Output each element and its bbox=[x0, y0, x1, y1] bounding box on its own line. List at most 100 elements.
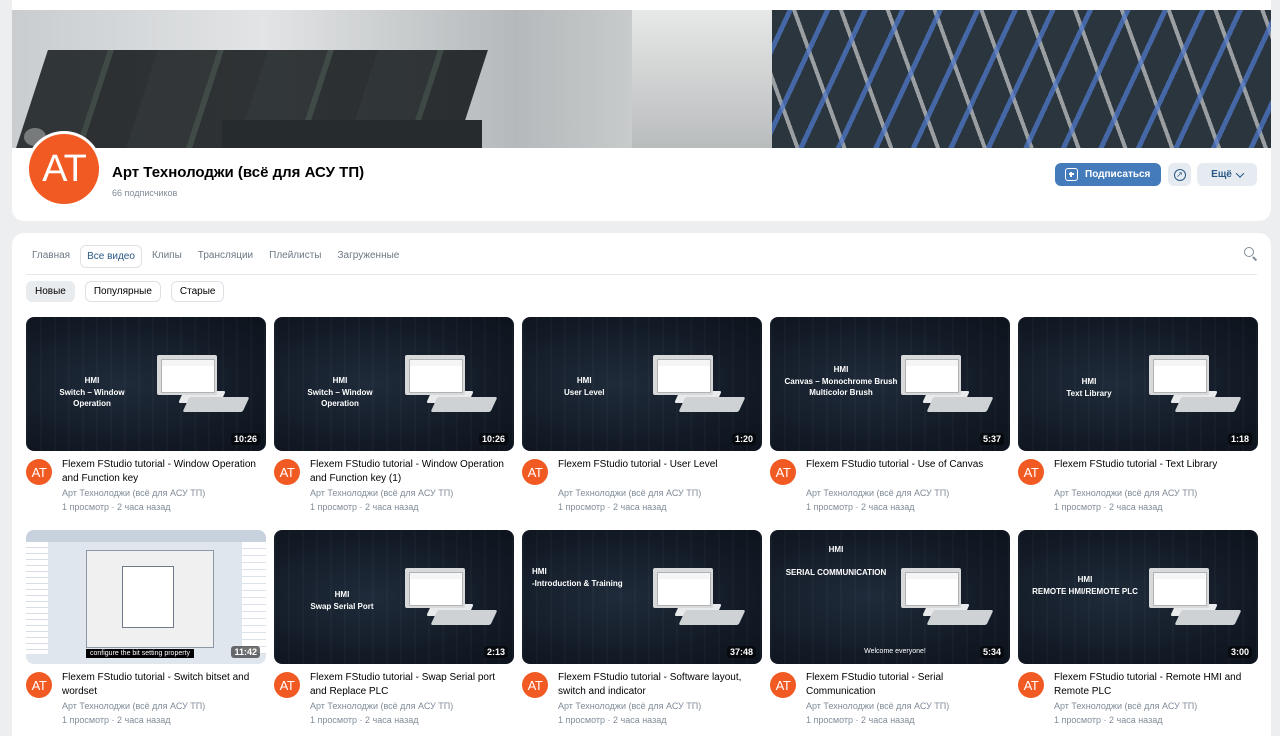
video-channel[interactable]: Арт Технолоджи (всё для АСУ ТП) bbox=[62, 701, 205, 711]
tab-streams[interactable]: Трансляции bbox=[192, 245, 259, 268]
tab-uploaded[interactable]: Загруженные bbox=[332, 245, 406, 268]
video-thumbnail[interactable]: HMI REMOTE HMI/REMOTE PLC 3:00 bbox=[1018, 530, 1258, 664]
thumbnail-title: HMI Text Library bbox=[1066, 377, 1112, 398]
video-thumbnail[interactable]: HMI Switch – Window Operation 10:26 bbox=[274, 317, 514, 451]
video-title[interactable]: Flexem FStudio tutorial - Swap Serial po… bbox=[310, 671, 510, 699]
hmi-device-image bbox=[1174, 397, 1242, 412]
tab-playlists[interactable]: Плейлисты bbox=[263, 245, 327, 268]
channel-avatar-small[interactable]: AT bbox=[1018, 459, 1044, 485]
channel-avatar-small[interactable]: AT bbox=[770, 459, 796, 485]
channel-avatar-small[interactable]: AT bbox=[1018, 672, 1044, 698]
channel-avatar-small[interactable]: AT bbox=[26, 459, 52, 485]
video-card[interactable]: HMI Switch – Window Operation 10:26 AT F… bbox=[274, 317, 514, 518]
more-button[interactable]: Ещё bbox=[1197, 163, 1257, 186]
screenshot-toolbar bbox=[26, 530, 266, 542]
video-title[interactable]: Flexem FStudio tutorial - Remote HMI and… bbox=[1054, 671, 1254, 699]
tabs-divider bbox=[26, 274, 1257, 275]
video-channel[interactable]: Арт Технолоджи (всё для АСУ ТП) bbox=[310, 701, 453, 711]
screenshot-tree bbox=[26, 542, 48, 654]
video-title[interactable]: Flexem FStudio tutorial - Window Operati… bbox=[310, 458, 510, 486]
video-thumbnail[interactable]: HMI Switch – Window Operation 10:26 bbox=[26, 317, 266, 451]
video-meta: AT Flexem FStudio tutorial - Software la… bbox=[522, 671, 762, 731]
video-card[interactable]: HMI REMOTE HMI/REMOTE PLC 3:00 AT Flexem… bbox=[1018, 530, 1258, 731]
video-title[interactable]: Flexem FStudio tutorial - Text Library bbox=[1054, 458, 1254, 472]
video-thumbnail[interactable]: HMI User Level 1:20 bbox=[522, 317, 762, 451]
subscribe-button[interactable]: Подписаться bbox=[1055, 163, 1161, 186]
video-stats: 1 просмотр · 2 часа назад bbox=[310, 502, 419, 512]
video-channel[interactable]: Арт Технолоджи (всё для АСУ ТП) bbox=[558, 701, 701, 711]
video-meta: AT Flexem FStudio tutorial - Switch bits… bbox=[26, 671, 266, 731]
thumbnail-title: HMI -Introduction & Training bbox=[532, 567, 623, 588]
video-card[interactable]: HMI Canvas – Monochrome Brush Multicolor… bbox=[770, 317, 1010, 518]
video-card[interactable]: HMI User Level 1:20 AT Flexem FStudio tu… bbox=[522, 317, 762, 518]
video-card[interactable]: HMI SERIAL COMMUNICATION Welcome everyon… bbox=[770, 530, 1010, 731]
channel-avatar-small[interactable]: AT bbox=[274, 459, 300, 485]
video-duration: 5:37 bbox=[979, 433, 1004, 445]
cover-wires bbox=[772, 10, 1271, 148]
video-stats: 1 просмотр · 2 часа назад bbox=[310, 715, 419, 725]
video-duration: 10:26 bbox=[478, 433, 508, 445]
hmi-device-image bbox=[926, 397, 994, 412]
channel-avatar-small[interactable]: AT bbox=[522, 672, 548, 698]
hmi-device-image bbox=[430, 397, 498, 412]
video-card[interactable]: HMI Text Library 1:18 AT Flexem FStudio … bbox=[1018, 317, 1258, 518]
video-meta: AT Flexem FStudio tutorial - Remote HMI … bbox=[1018, 671, 1258, 731]
video-channel[interactable]: Арт Технолоджи (всё для АСУ ТП) bbox=[806, 701, 949, 711]
search-icon[interactable] bbox=[1244, 247, 1257, 261]
video-stats: 1 просмотр · 2 часа назад bbox=[558, 502, 667, 512]
video-meta: AT Flexem FStudio tutorial - Serial Comm… bbox=[770, 671, 1010, 731]
video-duration: 1:20 bbox=[731, 433, 756, 445]
video-card[interactable]: HMI Swap Serial Port 2:13 AT Flexem FStu… bbox=[274, 530, 514, 731]
video-duration: 10:26 bbox=[230, 433, 260, 445]
hmi-device-image bbox=[678, 397, 746, 412]
video-channel[interactable]: Арт Технолоджи (всё для АСУ ТП) bbox=[310, 488, 453, 498]
subscriber-count[interactable]: 66 подписчиков bbox=[112, 188, 177, 198]
filter-old[interactable]: Старые bbox=[170, 281, 225, 302]
filter-new[interactable]: Новые bbox=[26, 281, 75, 302]
share-icon: ↗ bbox=[1173, 168, 1186, 181]
video-thumbnail[interactable]: HMI Text Library 1:18 bbox=[1018, 317, 1258, 451]
video-channel[interactable]: Арт Технолоджи (всё для АСУ ТП) bbox=[62, 488, 205, 498]
video-channel[interactable]: Арт Технолоджи (всё для АСУ ТП) bbox=[558, 488, 701, 498]
screenshot-panel bbox=[242, 542, 266, 654]
video-meta: AT Flexem FStudio tutorial - Swap Serial… bbox=[274, 671, 514, 731]
tab-clips[interactable]: Клипы bbox=[146, 245, 188, 268]
video-stats: 1 просмотр · 2 часа назад bbox=[62, 502, 171, 512]
channel-avatar-small[interactable]: AT bbox=[26, 672, 52, 698]
video-duration: 3:00 bbox=[1227, 646, 1252, 658]
video-thumbnail[interactable]: HMI -Introduction & Training 37:48 bbox=[522, 530, 762, 664]
video-card[interactable]: HMI Switch – Window Operation 10:26 AT F… bbox=[26, 317, 266, 518]
video-channel[interactable]: Арт Технолоджи (всё для АСУ ТП) bbox=[806, 488, 949, 498]
video-thumbnail[interactable]: configure the bit setting property 11:42 bbox=[26, 530, 266, 664]
thumbnail-title: HMI Swap Serial Port bbox=[310, 590, 374, 611]
video-title[interactable]: Flexem FStudio tutorial - Software layou… bbox=[558, 671, 758, 699]
video-thumbnail[interactable]: HMI Canvas – Monochrome Brush Multicolor… bbox=[770, 317, 1010, 451]
channel-avatar-small[interactable]: AT bbox=[770, 672, 796, 698]
channel-header: AT Арт Технолоджи (всё для АСУ ТП) 66 по… bbox=[12, 0, 1271, 221]
video-card[interactable]: configure the bit setting property 11:42… bbox=[26, 530, 266, 731]
video-title[interactable]: Flexem FStudio tutorial - Use of Canvas bbox=[806, 458, 1006, 472]
video-duration: 1:18 bbox=[1227, 433, 1252, 445]
video-title[interactable]: Flexem FStudio tutorial - Window Operati… bbox=[62, 458, 262, 486]
channel-avatar-small[interactable]: AT bbox=[274, 672, 300, 698]
video-title[interactable]: Flexem FStudio tutorial - User Level bbox=[558, 458, 758, 472]
video-channel[interactable]: Арт Технолоджи (всё для АСУ ТП) bbox=[1054, 488, 1197, 498]
video-channel[interactable]: Арт Технолоджи (всё для АСУ ТП) bbox=[1054, 701, 1197, 711]
video-card[interactable]: HMI -Introduction & Training 37:48 AT Fl… bbox=[522, 530, 762, 731]
channel-cover-image bbox=[12, 10, 1271, 148]
filter-popular[interactable]: Популярные bbox=[84, 281, 161, 302]
share-button[interactable]: ↗ bbox=[1168, 163, 1191, 186]
channel-name: Арт Технолоджи (всё для АСУ ТП) bbox=[112, 164, 365, 181]
thumbnail-title: HMI Switch – Window Operation bbox=[307, 376, 373, 409]
hmi-device-image bbox=[901, 355, 961, 395]
channel-avatar-small[interactable]: AT bbox=[522, 459, 548, 485]
video-title[interactable]: Flexem FStudio tutorial - Switch bitset … bbox=[62, 671, 262, 699]
video-thumbnail[interactable]: HMI Swap Serial Port 2:13 bbox=[274, 530, 514, 664]
hmi-device-image bbox=[1174, 610, 1242, 625]
screenshot-dialog bbox=[122, 566, 174, 628]
tab-main[interactable]: Главная bbox=[26, 245, 76, 268]
tab-all-videos[interactable]: Все видео bbox=[80, 245, 142, 268]
channel-avatar[interactable]: AT bbox=[29, 134, 99, 204]
video-title[interactable]: Flexem FStudio tutorial - Serial Communi… bbox=[806, 671, 1006, 699]
video-thumbnail[interactable]: HMI SERIAL COMMUNICATION Welcome everyon… bbox=[770, 530, 1010, 664]
